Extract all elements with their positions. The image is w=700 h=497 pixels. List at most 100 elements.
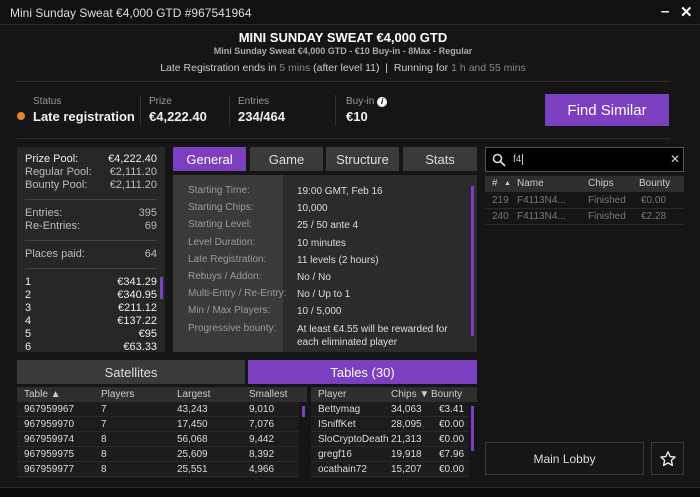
- result-cell: €0.00: [641, 195, 667, 206]
- buyin-value: €10: [346, 109, 368, 124]
- general-row: Late Registration: 11 levels (2 hours): [173, 254, 477, 271]
- search-result-row[interactable]: 219 F4113N4... Finished €0.00: [485, 193, 684, 209]
- favorite-button[interactable]: [651, 442, 684, 475]
- table-row[interactable]: 967959977 8 25,551 4,966: [17, 462, 299, 477]
- players-scrollbar[interactable]: [471, 406, 474, 451]
- minimize-button[interactable]: –: [661, 3, 669, 20]
- tables-table: Table ▲ Players Largest Smallest 967959967 7 4…: [17, 387, 307, 487]
- payout-row: 6 €63.33: [25, 341, 157, 354]
- payout-row-value: €63.33: [123, 341, 157, 353]
- general-label: Starting Chips:: [188, 202, 254, 214]
- search-result-row[interactable]: 240 F4113N4... Finished €2.28: [485, 209, 684, 225]
- window-title: Mini Sunday Sweat €4,000 GTD #967541964: [10, 6, 252, 20]
- col-rank[interactable]: #: [492, 178, 498, 189]
- col-smallest[interactable]: Smallest: [249, 389, 287, 400]
- tab-satellites[interactable]: Satellites: [17, 360, 245, 384]
- table-cell: 967959967: [24, 404, 75, 415]
- status-label: Status: [33, 96, 62, 107]
- late-reg-time: 5 mins: [279, 62, 311, 74]
- general-label: Starting Time:: [188, 185, 250, 196]
- tab-tables[interactable]: Tables (30): [248, 360, 477, 384]
- general-value: No / No: [297, 272, 331, 283]
- payout-row-value: €95: [138, 328, 157, 340]
- general-value: 11 levels (2 hours): [297, 254, 379, 266]
- table-row[interactable]: 967959967 7 43,243 9,010: [17, 402, 299, 417]
- col-players[interactable]: Players: [101, 389, 134, 400]
- payout-row-label: 3: [25, 302, 32, 314]
- table-cell: 7,076: [249, 419, 275, 430]
- prize-value: €4,222.40: [149, 109, 207, 124]
- clear-search-icon[interactable]: ✕: [670, 152, 680, 166]
- col-bounty[interactable]: Bounty: [639, 178, 670, 189]
- result-cell: €2.28: [641, 211, 667, 222]
- pool-row: Regular Pool: €2,111.20: [25, 166, 157, 179]
- table-cell: 8: [101, 434, 107, 445]
- payout-row-label: 6: [25, 341, 32, 353]
- player-row[interactable]: ocathain72 15,207 €0.00: [311, 462, 469, 477]
- player-search[interactable]: f4 ✕: [485, 147, 684, 172]
- entries-label: Entries: [238, 96, 270, 107]
- general-label: Progressive bounty:: [188, 322, 277, 334]
- col-table[interactable]: Table ▲: [24, 389, 61, 400]
- player-row[interactable]: Bettymag 34,063 €3.41: [311, 402, 469, 417]
- late-reg-text: Late Registration ends in: [160, 62, 280, 74]
- payout-row: 1 €341.29: [25, 276, 157, 289]
- general-row: Rebuys / Addon: No / No: [173, 271, 477, 288]
- table-row[interactable]: 967959975 8 25,609 8,392: [17, 447, 299, 462]
- general-row: Level Duration: 10 minutes: [173, 237, 477, 254]
- table-cell: 967959975: [24, 449, 75, 460]
- general-label: Multi-Entry / Re-Entry:: [188, 288, 287, 300]
- payout-row-value: €211.12: [118, 302, 157, 314]
- player-row[interactable]: gregf16 19,918 €7.96: [311, 447, 469, 462]
- payout-row-label: 5: [25, 328, 32, 340]
- player-row[interactable]: SloCryptoDeath 21,313 €0.00: [311, 432, 469, 447]
- col-bounty[interactable]: Bounty: [431, 389, 462, 400]
- payout-row: 4 €137.22: [25, 315, 157, 328]
- close-button[interactable]: ✕: [680, 3, 693, 21]
- sort-asc-icon: ▲: [504, 180, 511, 187]
- table-row[interactable]: 967959974 8 56,068 9,442: [17, 432, 299, 447]
- pool-row: Prize Pool: €4,222.40: [25, 153, 157, 166]
- tables-scrollbar[interactable]: [302, 406, 305, 417]
- tournament-subtitle: Mini Sunday Sweat €4,000 GTD - €10 Buy-i…: [213, 46, 473, 56]
- places-label: Places paid:: [25, 248, 85, 260]
- player-cell: €7.96: [439, 449, 465, 460]
- table-cell: 25,609: [177, 449, 208, 460]
- search-input[interactable]: f4: [513, 154, 524, 165]
- players-table: Player Chips ▼ Bounty Bettymag 34,063 €3.41 IS…: [311, 387, 477, 487]
- info-icon[interactable]: i: [377, 97, 388, 107]
- general-label: Min / Max Players:: [188, 305, 271, 317]
- status-dot-icon: [17, 112, 25, 120]
- col-player[interactable]: Player: [318, 389, 346, 400]
- col-chips[interactable]: Chips ▼: [391, 389, 429, 400]
- tab-game[interactable]: Game: [250, 147, 323, 171]
- find-similar-button[interactable]: Find Similar: [545, 94, 669, 126]
- general-label: Rebuys / Addon:: [188, 271, 262, 282]
- col-largest[interactable]: Largest: [177, 389, 210, 400]
- tab-general[interactable]: General: [173, 147, 246, 171]
- table-cell: 43,243: [177, 404, 208, 415]
- main-lobby-button[interactable]: Main Lobby: [485, 442, 644, 475]
- divider: [140, 95, 141, 125]
- general-row: Starting Level: 25 / 50 ante 4: [173, 219, 477, 236]
- player-cell: ocathain72: [318, 464, 367, 475]
- col-name[interactable]: Name: [517, 178, 544, 189]
- payout-scrollbar[interactable]: [160, 277, 163, 299]
- player-cell: €0.00: [439, 419, 465, 430]
- payout-row: 5 €95: [25, 328, 157, 341]
- tab-stats[interactable]: Stats: [403, 147, 477, 171]
- payout-row-label: 4: [25, 315, 32, 327]
- tables-header: Table ▲ Players Largest Smallest: [17, 387, 307, 402]
- player-row[interactable]: ISniffKet 28,095 €0.00: [311, 417, 469, 432]
- buyin-label-text: Buy-in: [346, 96, 375, 107]
- table-cell: 7: [101, 404, 107, 415]
- tab-structure[interactable]: Structure: [326, 147, 399, 171]
- payout-row: 3 €211.12: [25, 302, 157, 315]
- payout-row-label: 1: [25, 276, 32, 288]
- payout-row-label: 2: [25, 289, 32, 301]
- table-row[interactable]: 967959970 7 17,450 7,076: [17, 417, 299, 432]
- col-chips[interactable]: Chips: [588, 178, 614, 189]
- entries-row: Entries: 395: [25, 207, 157, 220]
- player-cell: 28,095: [391, 419, 422, 430]
- table-cell: 8: [101, 449, 107, 460]
